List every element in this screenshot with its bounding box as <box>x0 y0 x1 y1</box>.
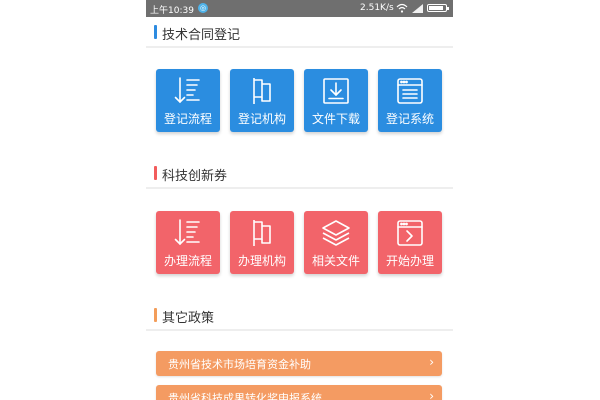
signal-icon <box>412 4 423 13</box>
tile-label: 登记系统 <box>385 112 434 126</box>
status-time: 上午10:39 <box>150 6 194 16</box>
section-accent-bar <box>154 25 157 39</box>
tile-label: 开始办理 <box>385 254 434 268</box>
section-title: 技术合同登记 <box>162 28 241 43</box>
window-list-icon <box>397 78 423 104</box>
chevron-right-icon: › <box>429 355 434 369</box>
status-bar: 上午10:39 ◎ 2.51K/s <box>146 0 453 17</box>
section-accent-bar <box>154 308 157 322</box>
tile-handling-process[interactable]: 办理流程 <box>156 211 220 274</box>
battery-icon <box>427 4 449 12</box>
app-notification-icon: ◎ <box>198 3 208 13</box>
section-accent-bar <box>154 166 157 180</box>
flag-icon <box>253 78 271 104</box>
tile-label: 登记流程 <box>163 112 212 126</box>
section-title: 其它政策 <box>162 311 215 326</box>
tile-registration-system[interactable]: 登记系统 <box>378 69 442 132</box>
tile-label: 登记机构 <box>237 112 286 126</box>
voucher-tile-grid: 办理流程 办理机构 相关文件 开始办理 <box>156 211 448 274</box>
list-sort-icon <box>174 219 200 246</box>
tile-handling-agency[interactable]: 办理机构 <box>230 211 294 274</box>
tile-label: 相关文件 <box>311 254 360 268</box>
download-icon <box>323 78 349 104</box>
section-title: 科技创新券 <box>162 169 228 184</box>
tile-file-download[interactable]: 文件下载 <box>304 69 368 132</box>
list-sort-icon <box>174 77 200 104</box>
contract-tile-grid: 登记流程 登记机构 文件下载 登记系统 <box>156 69 448 132</box>
policy-item-label: 贵州省技术市场培育资金补助 <box>168 358 311 371</box>
window-arrow-icon <box>397 220 423 246</box>
tile-related-files[interactable]: 相关文件 <box>304 211 368 274</box>
policy-item-achievement-award[interactable]: 贵州省科技成果转化奖申报系统 › <box>156 385 442 400</box>
policy-item-label: 贵州省科技成果转化奖申报系统 <box>168 392 322 400</box>
tile-registration-agency[interactable]: 登记机构 <box>230 69 294 132</box>
tile-label: 办理机构 <box>237 254 286 268</box>
flag-icon <box>253 220 271 246</box>
network-speed: 2.51K/s <box>360 3 394 13</box>
wifi-icon <box>396 3 408 13</box>
tile-label: 办理流程 <box>163 254 212 268</box>
section-header-innovation-voucher: 科技创新券 <box>146 159 453 189</box>
tile-label: 文件下载 <box>311 112 360 126</box>
phone-screen: 上午10:39 ◎ 2.51K/s 技术合同登记 登记流程 登记机构 文件下载 … <box>146 0 453 400</box>
layers-icon <box>322 220 350 246</box>
chevron-right-icon: › <box>429 389 434 400</box>
tile-start-handling[interactable]: 开始办理 <box>378 211 442 274</box>
policy-item-market-subsidy[interactable]: 贵州省技术市场培育资金补助 › <box>156 351 442 376</box>
tile-registration-process[interactable]: 登记流程 <box>156 69 220 132</box>
section-header-other-policies: 其它政策 <box>146 301 453 331</box>
section-header-contract: 技术合同登记 <box>146 18 453 48</box>
